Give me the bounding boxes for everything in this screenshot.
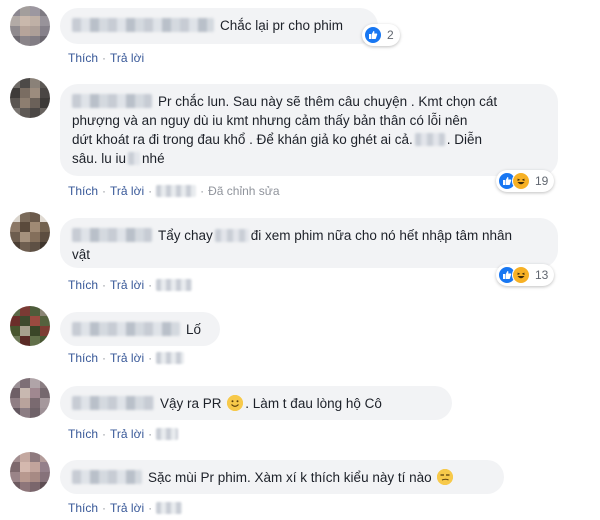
- comment-bubble: Chắc lại pr cho phim: [60, 8, 378, 44]
- blurred-text: [414, 133, 445, 146]
- reaction-summary[interactable]: 2: [362, 24, 400, 46]
- avatar[interactable]: [10, 78, 50, 118]
- reaction-count: 2: [387, 28, 394, 42]
- haha-icon: [512, 266, 530, 284]
- unamused-emoji-icon: [437, 469, 454, 485]
- separator-dot: ·: [148, 351, 153, 365]
- author-name-blurred[interactable]: [72, 396, 154, 410]
- separator-dot: ·: [102, 184, 107, 198]
- timestamp-blurred[interactable]: [156, 428, 179, 440]
- comment-actions: Thích · Trả lời · · Đã chỉnh sửa: [68, 183, 280, 199]
- reply-button[interactable]: Trả lời: [110, 51, 144, 65]
- comment-bubble: Pr chắc lun. Sau này sẽ thêm câu chuyện …: [60, 84, 558, 176]
- comment-bubble: Vậy ra PR . Làm t đau lòng hộ Cô: [60, 386, 452, 420]
- comment-text-fragment: . Làm t đau lòng hộ Cô: [245, 396, 382, 411]
- comment-actions: Thích · Trả lời: [68, 50, 144, 66]
- avatar[interactable]: [10, 306, 50, 346]
- comment-text-line: dứt khoát ra đi trong đau khổ . Để khán …: [72, 132, 413, 147]
- reaction-count: 19: [535, 174, 549, 188]
- like-button[interactable]: Thích: [68, 51, 98, 65]
- reply-button[interactable]: Trả lời: [110, 278, 144, 292]
- blurred-text: [128, 152, 141, 165]
- smile-emoji-icon: [227, 395, 244, 411]
- comment-actions: Thích · Trả lời ·: [68, 277, 193, 293]
- comment-actions: Thích · Trả lời ·: [68, 426, 179, 442]
- like-button[interactable]: Thích: [68, 278, 98, 292]
- author-name-blurred[interactable]: [72, 322, 180, 336]
- comment-text-line: Pr chắc lun. Sau này sẽ thêm câu chuyện …: [158, 94, 498, 109]
- comment-actions: Thích · Trả lời ·: [68, 500, 183, 516]
- timestamp-blurred[interactable]: [156, 352, 185, 364]
- timestamp-blurred[interactable]: [156, 185, 197, 197]
- avatar[interactable]: [10, 6, 50, 46]
- comment-actions: Thích · Trả lời ·: [68, 350, 185, 366]
- haha-icon: [512, 172, 530, 190]
- reaction-count: 13: [535, 268, 549, 282]
- comment-text-fragment: Vậy ra PR: [160, 396, 222, 411]
- comment-text: Sặc mùi Pr phim. Xàm xí k thích kiểu này…: [148, 470, 432, 485]
- separator-dot: ·: [148, 184, 153, 198]
- comment-text: Lố: [186, 322, 202, 337]
- avatar[interactable]: [10, 452, 50, 492]
- avatar[interactable]: [10, 378, 50, 418]
- separator-dot: ·: [148, 501, 153, 515]
- separator-dot: ·: [102, 51, 107, 65]
- comment-text-line: vật: [72, 247, 91, 262]
- like-button[interactable]: Thích: [68, 501, 98, 515]
- author-name-blurred[interactable]: [72, 228, 152, 242]
- timestamp-blurred[interactable]: [156, 502, 183, 514]
- comment-text-fragment: sâu. lu iu: [72, 151, 127, 166]
- comment-text-fragment: . Diễn: [446, 132, 483, 147]
- reaction-summary[interactable]: 19: [496, 170, 555, 192]
- reaction-summary[interactable]: 13: [496, 264, 555, 286]
- comment-text-fragment: Tẩy chay: [158, 228, 213, 243]
- comment-bubble: Tẩy chay đi xem phim nữa cho nó hết nhập …: [60, 218, 558, 268]
- avatar[interactable]: [10, 212, 50, 252]
- separator-dot: ·: [102, 501, 107, 515]
- edited-label: Đã chỉnh sửa: [208, 184, 280, 198]
- reply-button[interactable]: Trả lời: [110, 427, 144, 441]
- like-button[interactable]: Thích: [68, 351, 98, 365]
- separator-dot: ·: [148, 427, 153, 441]
- comment-text-fragment: đi xem phim nữa cho nó hết nhập tâm nhân: [250, 228, 512, 243]
- timestamp-blurred[interactable]: [156, 279, 193, 291]
- reply-button[interactable]: Trả lời: [110, 351, 144, 365]
- reply-button[interactable]: Trả lời: [110, 501, 144, 515]
- blurred-text: [214, 229, 249, 242]
- author-name-blurred[interactable]: [72, 18, 214, 32]
- separator-dot: ·: [148, 278, 153, 292]
- like-button[interactable]: Thích: [68, 184, 98, 198]
- separator-dot: ·: [200, 184, 205, 198]
- like-button[interactable]: Thích: [68, 427, 98, 441]
- comment-bubble: Sặc mùi Pr phim. Xàm xí k thích kiểu này…: [60, 460, 504, 494]
- like-icon: [364, 26, 382, 44]
- separator-dot: ·: [102, 351, 107, 365]
- author-name-blurred[interactable]: [72, 94, 152, 108]
- separator-dot: ·: [102, 427, 107, 441]
- author-name-blurred[interactable]: [72, 470, 142, 484]
- comment-bubble: Lố: [60, 312, 220, 346]
- comment-text-line: phượng và an nguy dù iu kmt nhưng cảm th…: [72, 113, 468, 128]
- separator-dot: ·: [102, 278, 107, 292]
- comment-text-fragment: nhé: [142, 151, 165, 166]
- reply-button[interactable]: Trả lời: [110, 184, 144, 198]
- comment-text: Chắc lại pr cho phim: [220, 18, 344, 33]
